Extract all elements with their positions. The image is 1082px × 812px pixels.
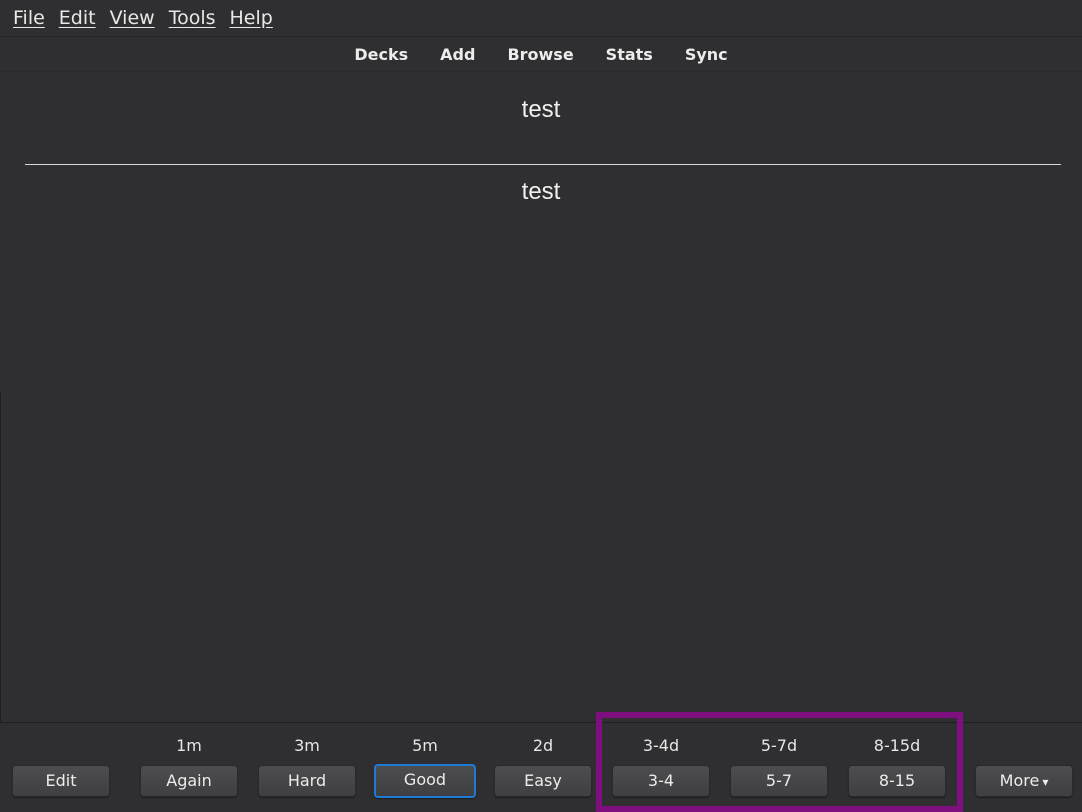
answer-divider [25, 164, 1061, 165]
custom-8-15-interval-label: 8-15d [873, 736, 921, 755]
menu-view[interactable]: View [103, 0, 162, 36]
toolbar-sync-link[interactable]: Sync [685, 45, 728, 64]
toolbar-add-link[interactable]: Add [440, 45, 475, 64]
menu-bar: File Edit View Tools Help [0, 0, 1082, 36]
custom-3-4-button[interactable]: 3-4 [612, 765, 710, 797]
window-edge [0, 392, 1, 722]
custom-5-7-interval-label: 5-7d [760, 736, 798, 755]
more-label: More [999, 771, 1040, 790]
custom-5-7-button[interactable]: 5-7 [730, 765, 828, 797]
hard-button[interactable]: Hard [258, 765, 356, 797]
more-button[interactable]: More ▾ [975, 765, 1073, 797]
easy-interval-label: 2d [532, 736, 554, 755]
toolbar-decks-link[interactable]: Decks [354, 45, 408, 64]
anki-review-window: File Edit View Tools Help Decks Add Brow… [0, 0, 1082, 812]
top-toolbar: Decks Add Browse Stats Sync [0, 37, 1082, 71]
answer-bar: Edit 1m Again 3m Hard 5m Good 2d Easy 3-… [0, 712, 1082, 812]
highlight-box [596, 712, 963, 812]
toolbar-browse-link[interactable]: Browse [507, 45, 573, 64]
custom-8-15-button[interactable]: 8-15 [848, 765, 946, 797]
good-button[interactable]: Good [374, 764, 476, 798]
again-interval-label: 1m [176, 736, 202, 755]
hard-interval-label: 3m [294, 736, 320, 755]
again-button[interactable]: Again [140, 765, 238, 797]
edit-button[interactable]: Edit [12, 765, 110, 797]
menu-tools[interactable]: Tools [162, 0, 223, 36]
menu-help[interactable]: Help [223, 0, 280, 36]
toolbar-stats-link[interactable]: Stats [606, 45, 653, 64]
menu-file[interactable]: File [0, 0, 52, 36]
good-interval-label: 5m [412, 736, 438, 755]
card-area: test test [0, 72, 1082, 722]
card-back-text: test [521, 178, 561, 205]
chevron-down-icon: ▾ [1042, 775, 1049, 789]
menu-edit[interactable]: Edit [52, 0, 103, 36]
card-front-text: test [521, 96, 561, 123]
custom-3-4-interval-label: 3-4d [642, 736, 680, 755]
easy-button[interactable]: Easy [494, 765, 592, 797]
